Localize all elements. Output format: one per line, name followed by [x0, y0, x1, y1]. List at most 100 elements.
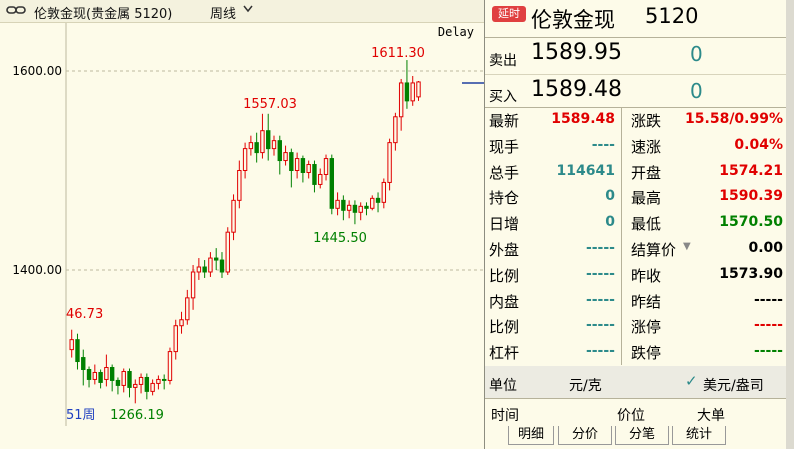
left-row-label: 外盘: [489, 241, 520, 259]
candle-body: [167, 351, 173, 381]
period-selector[interactable]: 周线: [210, 3, 236, 22]
unit-value[interactable]: 元/克: [569, 375, 602, 395]
left-row-value: -----: [585, 240, 615, 256]
left-row-label: 杠杆: [489, 344, 520, 363]
candle-body: [393, 116, 398, 144]
candle-body: [219, 259, 225, 273]
trades-header-volume: 大单: [697, 408, 725, 424]
sell-volume: 0: [690, 42, 703, 66]
right-row-value: 1570.50: [719, 214, 783, 231]
left-row-label: 最新: [489, 112, 520, 130]
right-row-label: 涨停: [631, 318, 662, 337]
trough-label: 1445.50: [313, 231, 367, 246]
left-row-label: 比例: [489, 318, 520, 337]
candle-body: [156, 378, 161, 384]
candle-body: [144, 376, 150, 392]
candle-body: [306, 164, 311, 173]
right-row-value: 0.00: [748, 240, 783, 256]
quote-code: 5120: [645, 4, 699, 28]
candle-body: [86, 369, 92, 380]
candle-body: [121, 370, 126, 386]
left-row-value: 1589.48: [551, 111, 615, 127]
candle-body: [398, 82, 404, 118]
candle-body: [237, 170, 242, 201]
peak-label: 1611.30: [371, 46, 425, 61]
right-row-label: 跌停: [631, 344, 662, 363]
left-row-value: -----: [585, 291, 615, 308]
candle-body: [214, 257, 219, 261]
tab-price[interactable]: 分价: [558, 426, 612, 445]
candle-body: [173, 325, 178, 353]
chevron-down-icon[interactable]: [243, 5, 253, 13]
scrollbar[interactable]: [786, 0, 794, 449]
y-tick-1400: 1400.00: [12, 263, 62, 277]
candle-body: [190, 271, 196, 299]
link-icon[interactable]: [6, 3, 26, 17]
instrument-title: 伦敦金现(贵金属 5120): [34, 7, 173, 22]
candle-body: [271, 140, 277, 150]
candle-body: [341, 199, 346, 211]
high-label: 1557.03: [243, 97, 297, 112]
left-row-value: -----: [585, 343, 615, 360]
candle-body: [69, 339, 74, 351]
unit-alt[interactable]: 美元/盎司: [703, 375, 764, 395]
candle-body: [294, 158, 300, 171]
chart-toolbar: 伦敦金现(贵金属 5120) 周线: [0, 0, 484, 23]
right-row-label: 最高: [631, 189, 662, 208]
delay-badge: 延时: [492, 6, 526, 22]
tab-stats[interactable]: 统计: [672, 426, 726, 445]
candle-body: [358, 205, 363, 213]
left-row-label: 日增: [489, 215, 520, 234]
right-row-label: 开盘: [631, 163, 662, 182]
candle-body: [109, 367, 115, 381]
right-row-value: 1574.21: [719, 162, 783, 179]
tab-ticks[interactable]: 分笔: [615, 426, 669, 445]
candle-body: [364, 205, 369, 209]
candle-body: [387, 142, 392, 183]
candlestick-chart[interactable]: 1600.00 1400.00 Delay 1611.30 1557.03 14…: [0, 23, 484, 426]
candle-body: [231, 199, 236, 233]
buy-volume: 0: [690, 79, 703, 103]
trades-header-time: 时间: [491, 408, 519, 424]
candle-body: [323, 158, 329, 175]
candle-body: [381, 181, 387, 203]
candle-body: [352, 204, 358, 213]
candle-body: [75, 339, 80, 363]
candle-body: [208, 257, 213, 273]
candle-body: [329, 158, 335, 209]
candle-body: [277, 140, 282, 162]
candle-body: [115, 379, 121, 386]
candle-body: [104, 367, 109, 380]
candle-body: [92, 371, 98, 380]
right-row-value: 0.04%: [734, 136, 783, 153]
delay-label: Delay: [438, 25, 474, 39]
candle-body: [196, 266, 202, 273]
candle-body: [312, 164, 317, 185]
candle-body: [260, 130, 265, 154]
candle-body: [161, 378, 167, 381]
candle-body: [346, 204, 352, 211]
left-row-value: 114641: [556, 162, 615, 179]
candle-body: [266, 130, 271, 150]
left-row-label: 内盘: [489, 292, 520, 311]
left-row-value: -----: [585, 317, 615, 334]
right-row-label: 昨结: [631, 292, 662, 311]
quote-name: 伦敦金现: [531, 8, 615, 32]
right-row-label: 涨跌: [631, 112, 662, 130]
candle-body: [335, 199, 340, 209]
candle-body: [138, 376, 144, 385]
candle-body: [242, 148, 248, 171]
candle-body: [248, 142, 254, 150]
candle-body: [318, 173, 323, 185]
tab-detail[interactable]: 明细: [508, 426, 554, 445]
left-row-value: -----: [585, 265, 615, 282]
right-row-value: -----: [753, 343, 783, 360]
candle-body: [254, 142, 259, 154]
low-label: 1266.19: [110, 408, 164, 423]
candle-body: [410, 82, 415, 102]
dropdown-arrow-icon[interactable]: ▼: [683, 241, 691, 252]
candle-body: [416, 81, 421, 98]
left-high-label: 46.73: [66, 307, 103, 322]
candle-body: [150, 382, 155, 392]
candle-body: [404, 82, 410, 102]
